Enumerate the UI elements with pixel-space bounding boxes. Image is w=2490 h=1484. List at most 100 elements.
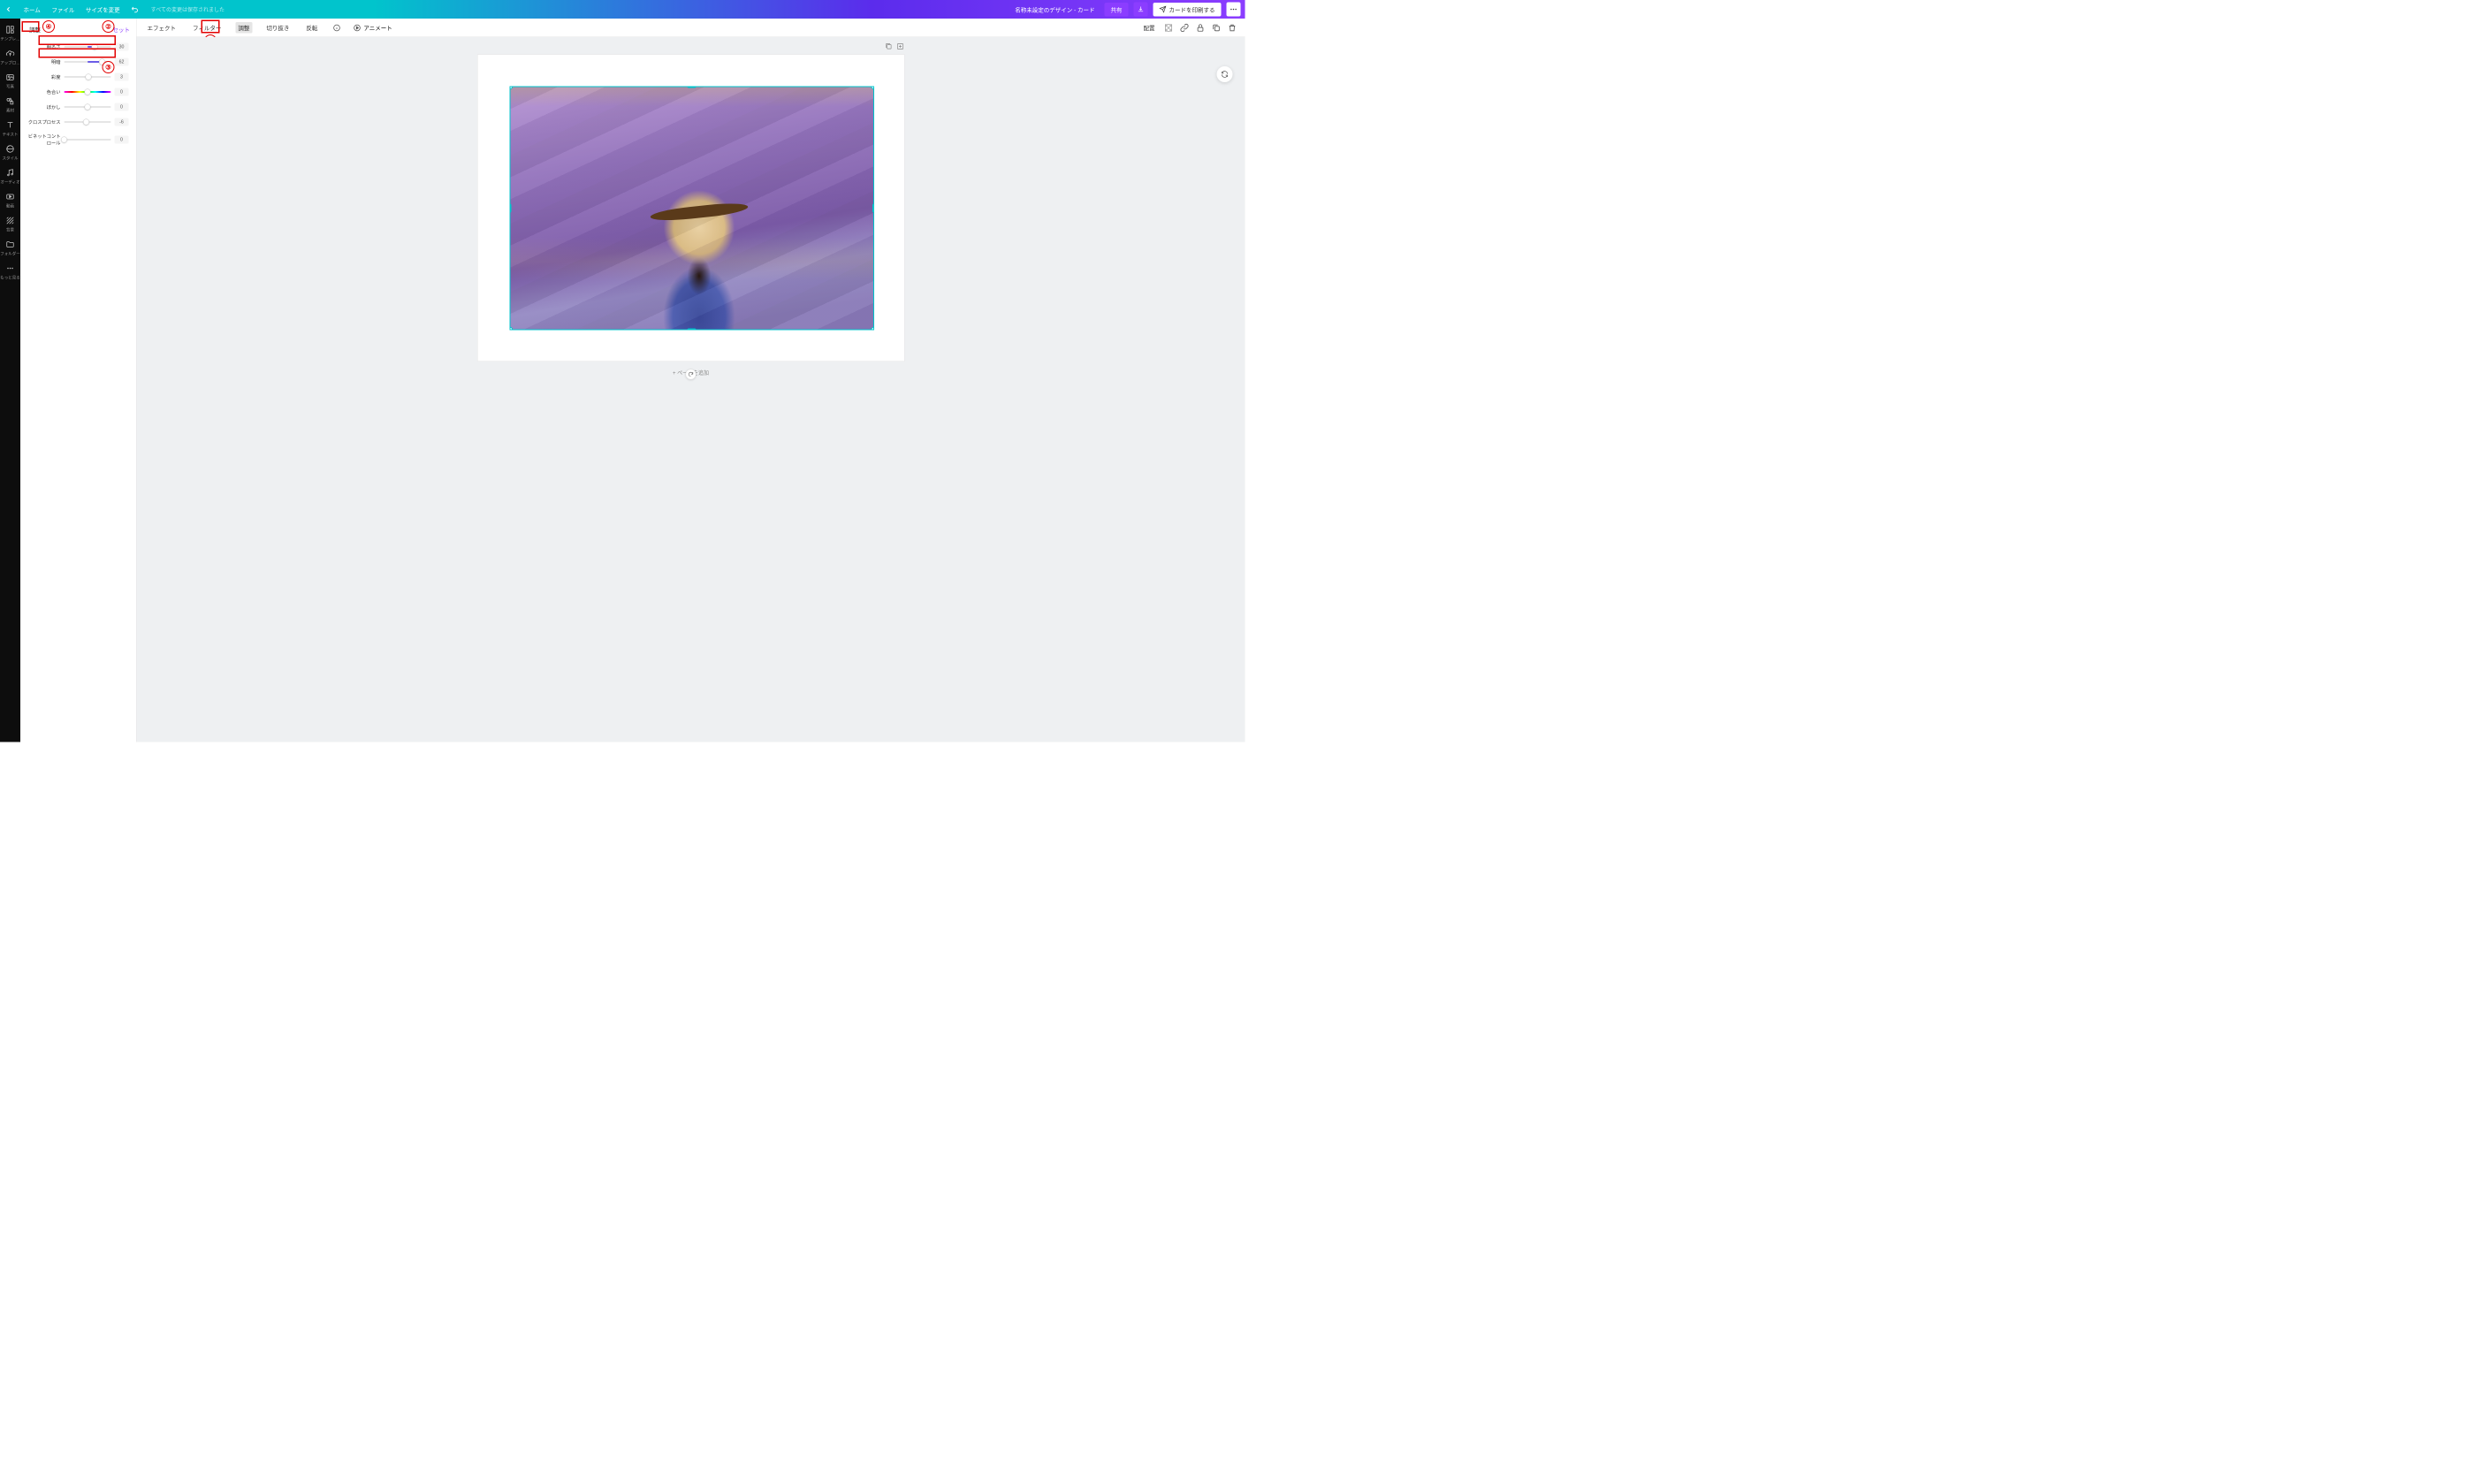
- resize-handle-mr[interactable]: [872, 204, 874, 213]
- slider-thumb[interactable]: [91, 44, 97, 50]
- resize-handle-bl[interactable]: [509, 327, 513, 331]
- print-button[interactable]: カードを印刷する: [1153, 3, 1221, 17]
- send-icon: [1159, 6, 1166, 13]
- slider-1: 明暗 62: [27, 57, 130, 67]
- side-background[interactable]: 背景: [0, 212, 20, 236]
- slider-thumb[interactable]: [85, 89, 91, 95]
- slider-label: 明暗: [28, 58, 65, 65]
- adjust-button[interactable]: 調整: [235, 22, 252, 34]
- side-video[interactable]: 動画: [0, 188, 20, 212]
- file-menu[interactable]: ファイル: [51, 5, 74, 14]
- side-label: 素材: [6, 107, 14, 113]
- side-label: スタイル: [2, 155, 18, 161]
- download-button[interactable]: [1133, 3, 1147, 17]
- copy-icon[interactable]: [1212, 23, 1222, 33]
- resize-handle-tl[interactable]: [509, 87, 513, 90]
- info-icon[interactable]: [331, 23, 341, 33]
- slider-label: 色合い: [28, 88, 65, 95]
- slider-2: 彩度 3: [27, 72, 130, 82]
- side-label: 写真: [6, 83, 14, 89]
- play-icon: [353, 24, 361, 32]
- slider-thumb[interactable]: [85, 104, 91, 110]
- side-label: アップロ…: [0, 59, 20, 65]
- slider-value: 0: [115, 136, 129, 144]
- rotate-handle[interactable]: [686, 369, 697, 380]
- adjust-panel: 調整 リセット 明るさ30明暗62彩度3色合い0ぼかし0クロスプロセス-6ビネッ…: [20, 19, 137, 742]
- slider-5: クロスプロセス -6: [27, 118, 130, 127]
- slider-track[interactable]: [65, 46, 111, 48]
- filter-button[interactable]: フィルター: [190, 22, 224, 34]
- save-status: すべての変更は保存されました: [151, 5, 225, 13]
- design-title[interactable]: 名称未設定のデザイン - カード: [1015, 5, 1094, 14]
- slider-track[interactable]: [65, 91, 111, 93]
- add-page-icon[interactable]: [896, 42, 904, 50]
- side-label: 背景: [6, 226, 14, 232]
- side-more[interactable]: もっと見る: [0, 260, 20, 284]
- canvas-area[interactable]: + ページを追加: [137, 37, 1245, 742]
- slider-label: クロスプロセス: [28, 118, 65, 126]
- undo-icon[interactable]: [131, 5, 140, 14]
- crop-button[interactable]: 切り抜き: [263, 22, 292, 34]
- animate-button[interactable]: アニメート: [353, 24, 392, 33]
- side-styles[interactable]: スタイル: [0, 141, 20, 164]
- share-button[interactable]: 共有: [1104, 3, 1128, 17]
- print-label: カードを印刷する: [1169, 5, 1215, 14]
- slider-value: 30: [115, 43, 129, 51]
- slider-thumb[interactable]: [99, 59, 105, 65]
- lock-icon[interactable]: [1196, 23, 1206, 33]
- top-bar: ホーム ファイル サイズを変更 すべての変更は保存されました 名称未設定のデザイ…: [0, 0, 1245, 19]
- side-upload[interactable]: アップロ…: [0, 45, 20, 69]
- slider-value: -6: [115, 118, 129, 126]
- side-photos[interactable]: 写真: [0, 69, 20, 93]
- flip-button[interactable]: 反転: [303, 22, 320, 34]
- slider-label: ぼかし: [28, 103, 65, 110]
- reset-button[interactable]: リセット: [107, 26, 130, 34]
- resize-handle-bm[interactable]: [688, 329, 697, 331]
- animate-label: アニメート: [363, 24, 392, 33]
- slider-track[interactable]: [65, 106, 111, 108]
- slider-value: 0: [115, 103, 129, 111]
- slider-label: ビネットコントロール: [28, 133, 65, 147]
- resize-handle-br[interactable]: [871, 327, 874, 331]
- refresh-fab[interactable]: [1217, 66, 1233, 82]
- slider-thumb[interactable]: [61, 137, 67, 143]
- slider-label: 彩度: [28, 73, 65, 80]
- side-text[interactable]: テキスト: [0, 117, 20, 141]
- resize-handle-tr[interactable]: [871, 87, 874, 90]
- link-icon[interactable]: [1180, 23, 1190, 33]
- duplicate-page-icon[interactable]: [885, 42, 893, 50]
- side-folder[interactable]: フォルダー: [0, 236, 20, 260]
- slider-thumb[interactable]: [85, 74, 91, 80]
- side-elements[interactable]: 素材: [0, 93, 20, 117]
- slider-track[interactable]: [65, 121, 111, 123]
- back-icon[interactable]: [4, 5, 12, 13]
- slider-track[interactable]: [65, 61, 111, 63]
- slider-thumb[interactable]: [83, 119, 89, 126]
- slider-6: ビネットコントロール 0: [27, 133, 130, 148]
- more-menu[interactable]: [1227, 3, 1241, 17]
- page-tools: [885, 42, 904, 50]
- side-label: オーディオ: [0, 179, 19, 185]
- side-label: もっと見る: [0, 274, 20, 280]
- slider-value: 62: [115, 58, 129, 66]
- trash-icon[interactable]: [1228, 23, 1237, 33]
- design-page[interactable]: [477, 55, 904, 361]
- slider-track[interactable]: [65, 76, 111, 78]
- context-toolbar: エフェクト フィルター 調整 切り抜き 反転 アニメート 配置 ①: [137, 19, 1245, 37]
- home-link[interactable]: ホーム: [24, 5, 41, 14]
- effect-button[interactable]: エフェクト: [145, 22, 179, 34]
- side-audio[interactable]: オーディオ: [0, 164, 20, 188]
- resize-handle-tm[interactable]: [688, 87, 697, 88]
- side-label: テンプレ…: [0, 35, 19, 42]
- side-label: フォルダー: [0, 250, 20, 256]
- transparency-icon[interactable]: [1164, 23, 1174, 33]
- slider-label: 明るさ: [28, 43, 65, 50]
- slider-track[interactable]: [65, 139, 111, 141]
- side-templates[interactable]: テンプレ…: [0, 21, 20, 45]
- position-button[interactable]: 配置: [1140, 22, 1157, 34]
- selected-image[interactable]: [509, 87, 874, 331]
- slider-value: 3: [115, 73, 129, 81]
- resize-button[interactable]: サイズを変更: [86, 5, 120, 14]
- resize-handle-ml[interactable]: [509, 204, 511, 213]
- slider-4: ぼかし 0: [27, 103, 130, 112]
